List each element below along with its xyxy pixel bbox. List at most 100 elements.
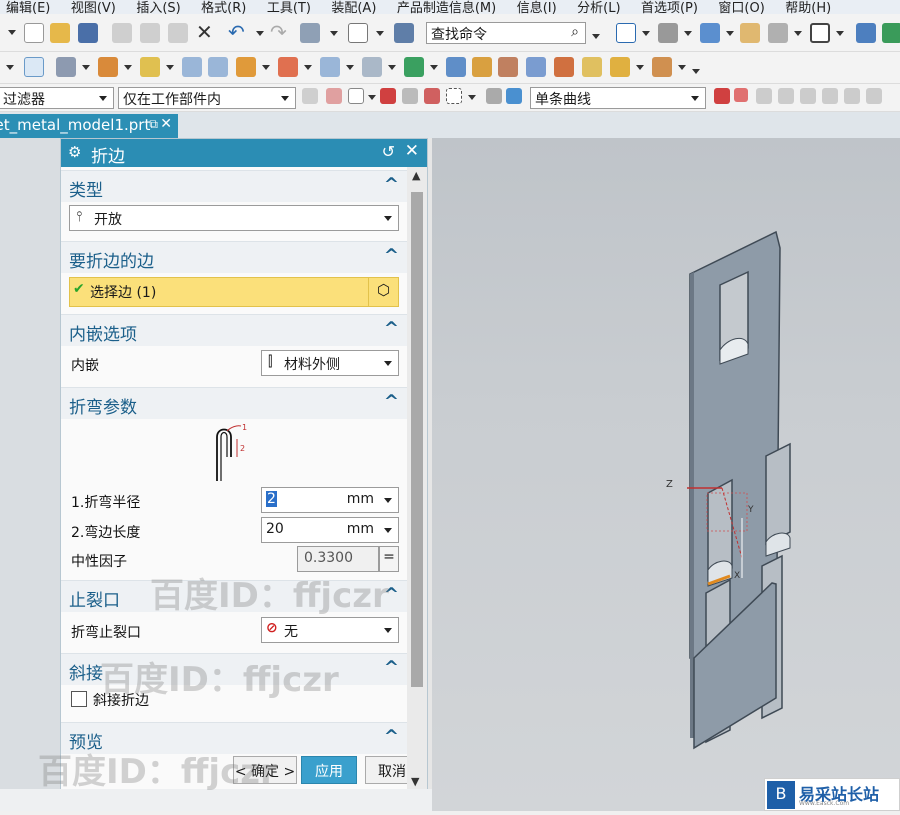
undo-dropdown-icon[interactable]: [256, 31, 264, 36]
fit-view-icon[interactable]: [616, 23, 636, 43]
rebend-icon[interactable]: [362, 57, 382, 77]
cube-select-icon[interactable]: ⬡: [368, 277, 398, 307]
section-type[interactable]: 类型 ^: [61, 170, 407, 202]
chevron-down-icon[interactable]: [8, 30, 16, 35]
feature-select-icon[interactable]: [486, 88, 502, 104]
selection-box-icon[interactable]: [348, 88, 364, 104]
apply-button[interactable]: 应用: [301, 756, 357, 784]
rectangle-select-icon[interactable]: [446, 88, 462, 104]
menu-format[interactable]: 格式(R): [201, 0, 246, 14]
collapse-icon[interactable]: ^: [384, 318, 399, 339]
multi-select-icon[interactable]: [424, 88, 440, 104]
bend-relief-select[interactable]: ⊘ 无: [261, 617, 399, 643]
render-style-icon[interactable]: [700, 23, 720, 43]
flange-length-input[interactable]: 20 mm: [261, 517, 399, 543]
inset-select[interactable]: ⫿ 材料外侧: [261, 350, 399, 376]
tangent-icon[interactable]: [800, 88, 816, 104]
miter-hem-checkbox[interactable]: [71, 691, 87, 707]
graphics-viewport[interactable]: Z X Y: [432, 138, 900, 811]
scroll-down-icon[interactable]: ▼: [411, 775, 419, 788]
flat-pattern-icon[interactable]: [404, 57, 424, 77]
collapse-icon[interactable]: ^: [384, 245, 399, 266]
close-icon[interactable]: ✕: [160, 116, 172, 132]
tab-dropdown-icon[interactable]: [82, 65, 90, 70]
contour-flange-icon[interactable]: [140, 57, 160, 77]
emboss-icon[interactable]: [472, 57, 492, 77]
undo-icon[interactable]: ↶: [228, 20, 245, 44]
section-edge[interactable]: 要折边的边 ^: [61, 241, 407, 273]
breakup-dropdown-icon[interactable]: [678, 65, 686, 70]
delete-icon[interactable]: ✕: [196, 20, 213, 44]
collapse-icon[interactable]: ^: [384, 174, 399, 195]
background-dropdown-icon[interactable]: [836, 31, 844, 36]
rebend-dropdown-icon[interactable]: [388, 65, 396, 70]
search-input[interactable]: 查找命令 ⌕: [426, 22, 586, 44]
snap-arrow-icon[interactable]: [734, 88, 748, 102]
repeat-dropdown-icon[interactable]: [330, 31, 338, 36]
intersection-icon[interactable]: [756, 88, 772, 104]
select-cursor-icon[interactable]: [24, 57, 44, 77]
line-snap-icon[interactable]: [778, 88, 794, 104]
bead-icon[interactable]: [526, 57, 546, 77]
corner-dropdown-icon[interactable]: [304, 65, 312, 70]
gusset-icon[interactable]: [554, 57, 574, 77]
reset-icon[interactable]: ↺: [382, 142, 395, 161]
tab-icon[interactable]: [56, 57, 76, 77]
redo-icon[interactable]: ↷: [270, 20, 287, 44]
flange-icon[interactable]: [98, 57, 118, 77]
menu-pmi[interactable]: 产品制造信息(M): [397, 0, 496, 14]
control-point-icon[interactable]: [402, 88, 418, 104]
copy-icon[interactable]: [140, 23, 160, 43]
curve-rule-select[interactable]: 单条曲线: [530, 87, 706, 109]
render-dropdown-icon[interactable]: [726, 31, 734, 36]
menu-help[interactable]: 帮助(H): [785, 0, 831, 14]
open-folder-icon[interactable]: [50, 23, 70, 43]
jog-dropdown-icon[interactable]: [262, 65, 270, 70]
command-finder-icon[interactable]: [394, 23, 414, 43]
louver-icon[interactable]: [182, 57, 202, 77]
scroll-thumb[interactable]: [411, 192, 423, 687]
drawn-cutout-icon[interactable]: [498, 57, 518, 77]
hem-flange-icon[interactable]: [582, 57, 602, 77]
rectangle-dropdown-icon[interactable]: [468, 95, 476, 100]
window-icon[interactable]: [348, 23, 368, 43]
menu-tools[interactable]: 工具(T): [267, 0, 311, 14]
bridge-icon[interactable]: [610, 57, 630, 77]
collapse-icon[interactable]: ^: [384, 657, 399, 678]
search-dropdown-icon[interactable]: [592, 34, 600, 39]
toolbar2-overflow-icon[interactable]: [692, 69, 700, 74]
curve-end-icon[interactable]: [866, 88, 882, 104]
breakup-icon[interactable]: [652, 57, 672, 77]
close-icon[interactable]: ✕: [405, 141, 419, 161]
edit-section-icon[interactable]: [740, 23, 760, 43]
jog-icon[interactable]: [236, 57, 256, 77]
collapse-icon[interactable]: ^: [384, 391, 399, 412]
new-file-icon[interactable]: [24, 23, 44, 43]
menu-assembly[interactable]: 装配(A): [331, 0, 376, 14]
background-icon[interactable]: [810, 23, 830, 43]
collapse-icon[interactable]: ^: [384, 726, 399, 747]
menu-analysis[interactable]: 分析(L): [577, 0, 620, 14]
cancel-button[interactable]: 取消: [365, 756, 407, 784]
layer-icon[interactable]: [768, 23, 788, 43]
scroll-up-icon[interactable]: ▲: [412, 169, 420, 182]
bridge-dropdown-icon[interactable]: [636, 65, 644, 70]
flange-dropdown-icon[interactable]: [124, 65, 132, 70]
section-inset[interactable]: 内嵌选项 ^: [61, 314, 407, 346]
endpoint-snap-icon[interactable]: [326, 88, 342, 104]
menu-preferences[interactable]: 首选项(P): [641, 0, 698, 14]
layer-dropdown-icon[interactable]: [794, 31, 802, 36]
type-select[interactable]: ⫯ 开放: [69, 205, 399, 231]
menu-insert[interactable]: 插入(S): [136, 0, 180, 14]
toolbar2-options-icon[interactable]: [6, 65, 14, 70]
type-filter-select[interactable]: 过滤器: [0, 87, 114, 109]
dialog-title-bar[interactable]: ⚙ 折边 ↺ ✕: [61, 139, 427, 167]
fit-dropdown-icon[interactable]: [642, 31, 650, 36]
general-filter-icon[interactable]: [302, 88, 318, 104]
midpoint-snap-icon[interactable]: [380, 88, 396, 104]
window-dropdown-icon[interactable]: [376, 31, 384, 36]
gear-icon[interactable]: ⚙: [68, 143, 81, 161]
contour-dropdown-icon[interactable]: [166, 65, 174, 70]
corner-icon[interactable]: [278, 57, 298, 77]
save-icon[interactable]: [78, 23, 98, 43]
